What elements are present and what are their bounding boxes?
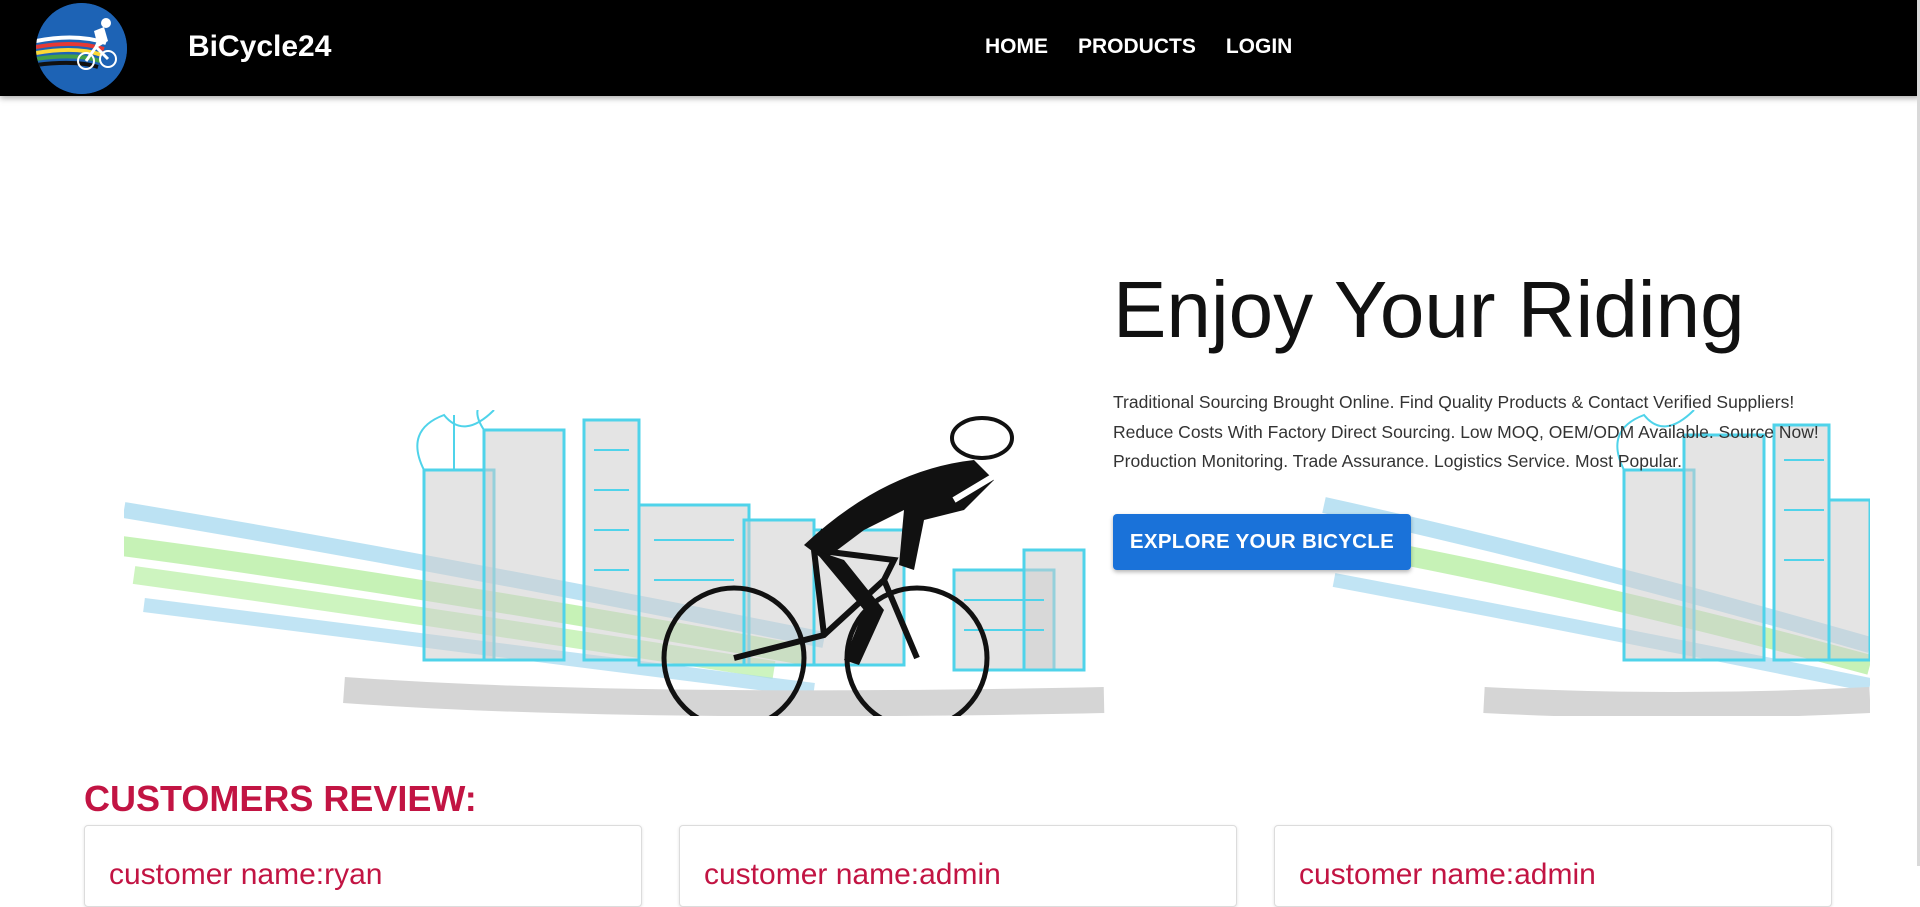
review-customer-name: customer name:admin [704, 858, 1001, 891]
brand-name[interactable]: BiCycle24 [188, 30, 331, 64]
explore-bicycle-button[interactable]: EXPLORE YOUR BICYCLE [1113, 514, 1411, 570]
review-customer-name: customer name:admin [1299, 858, 1596, 891]
hero-description-line: Traditional Sourcing Brought Online. Fin… [1113, 392, 1795, 412]
hero-description-line: Reduce Costs With Factory Direct Sourcin… [1113, 421, 1819, 442]
nav-products[interactable]: PRODUCTS [1078, 35, 1196, 59]
review-customer-name: customer name:ryan [109, 858, 383, 891]
cyclist-logo-icon [36, 3, 127, 94]
hero-title: Enjoy Your Riding [1113, 265, 1745, 354]
navbar: BiCycle24 HOME PRODUCTS LOGIN [0, 0, 1920, 96]
hero-text-block: Enjoy Your Riding Traditional Sourcing B… [1113, 262, 1893, 477]
city-sketch-left [124, 410, 1105, 716]
review-card[interactable]: customer name:admin [1274, 825, 1832, 907]
review-card[interactable]: customer name:ryan [84, 825, 642, 907]
main-nav: HOME PRODUCTS LOGIN [985, 35, 1292, 59]
reviews-heading: CUSTOMERS REVIEW: [84, 778, 477, 819]
brand-logo[interactable] [36, 3, 127, 94]
nav-login[interactable]: LOGIN [1226, 35, 1293, 59]
review-card[interactable]: customer name:admin [679, 825, 1237, 907]
nav-home[interactable]: HOME [985, 35, 1048, 59]
hero-description: Traditional Sourcing Brought Online. Fin… [1113, 388, 1893, 477]
hero-description-line: Production Monitoring. Trade Assurance. … [1113, 451, 1683, 471]
